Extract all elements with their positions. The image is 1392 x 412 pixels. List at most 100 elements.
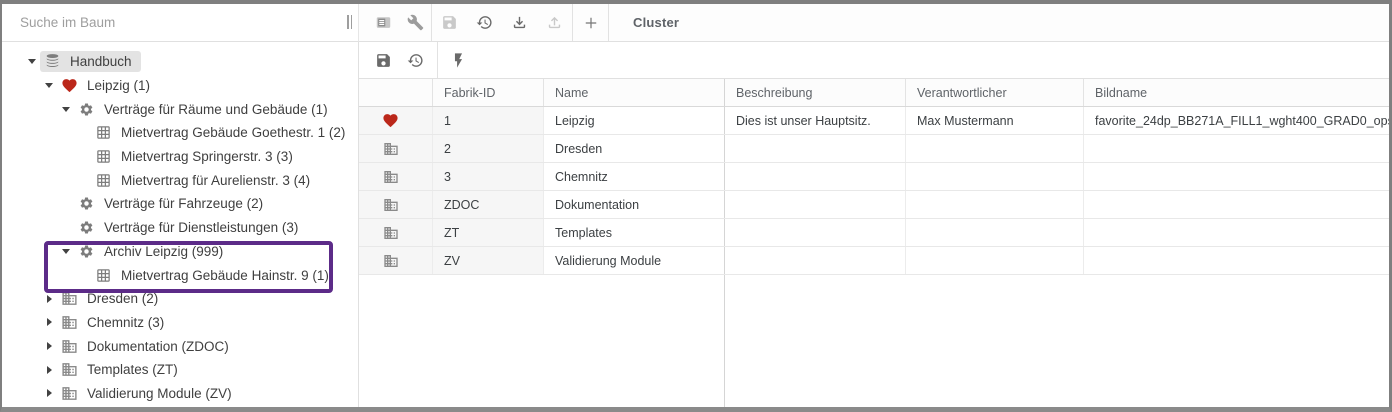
- database-icon: [44, 53, 61, 70]
- tree-node-content[interactable]: Verträge für Fahrzeuge (2): [74, 193, 272, 214]
- cell-bildname: [1084, 247, 1389, 274]
- expander-expanded-icon[interactable]: [24, 59, 40, 64]
- tree-node-content[interactable]: Mietvertrag Springerstr. 3 (3): [91, 146, 302, 167]
- cell-beschreibung: [725, 247, 906, 274]
- tab-cluster[interactable]: Cluster: [609, 4, 703, 41]
- building-icon: [61, 338, 78, 355]
- detail-panel-icon[interactable]: [367, 4, 399, 41]
- expander-expanded-icon[interactable]: [58, 107, 74, 112]
- tree-item[interactable]: Verträge für Räume und Gebäude (1): [2, 97, 358, 121]
- cell-bildname: [1084, 135, 1389, 162]
- tree-item[interactable]: Mietvertrag Springerstr. 3 (3): [2, 145, 358, 169]
- gear-icon: [78, 101, 95, 118]
- search-input[interactable]: [20, 15, 320, 30]
- expander-collapsed-icon[interactable]: [41, 342, 57, 350]
- cell-beschreibung: [725, 135, 906, 162]
- table-row[interactable]: ZDOCDokumentation: [359, 191, 1389, 219]
- tree-node-content[interactable]: Leipzig (1): [57, 75, 159, 96]
- tree-node-content[interactable]: Mietvertrag für Aurelienstr. 3 (4): [91, 170, 319, 191]
- tree-item[interactable]: Chemnitz (3): [2, 311, 358, 335]
- download-icon[interactable]: [502, 4, 537, 41]
- column-header-name[interactable]: Name: [544, 79, 725, 106]
- table-row[interactable]: 1LeipzigDies ist unser Hauptsitz.Max Mus…: [359, 107, 1389, 135]
- heart-icon: [61, 77, 78, 94]
- column-header-fabrik-id[interactable]: Fabrik-ID: [433, 79, 544, 106]
- cell-verantwortlicher: [906, 219, 1084, 246]
- column-header-bildname[interactable]: Bildname: [1084, 79, 1389, 106]
- cell-beschreibung: [725, 219, 906, 246]
- tree-item-label: Handbuch: [70, 54, 132, 69]
- restore-icon[interactable]: [467, 4, 502, 41]
- tree-item-label: Validierung Module (ZV): [87, 386, 232, 401]
- expander-collapsed-icon[interactable]: [41, 389, 57, 397]
- column-header-beschreibung[interactable]: Beschreibung: [725, 79, 906, 106]
- tree-node-content[interactable]: Chemnitz (3): [57, 312, 173, 333]
- expander-collapsed-icon[interactable]: [41, 366, 57, 374]
- expander-collapsed-icon[interactable]: [41, 295, 57, 303]
- tree-node-content[interactable]: Templates (ZT): [57, 359, 187, 380]
- cell-bildname: favorite_24dp_BB271A_FILL1_wght400_GRAD0…: [1084, 107, 1389, 134]
- table-row[interactable]: 2Dresden: [359, 135, 1389, 163]
- save-icon[interactable]: [432, 4, 467, 41]
- tree-item[interactable]: Dresden (2): [2, 287, 358, 311]
- restore-icon[interactable]: [399, 42, 431, 78]
- building-icon: [359, 191, 433, 218]
- expander-collapsed-icon[interactable]: [41, 318, 57, 326]
- tree-node-content[interactable]: Dokumentation (ZDOC): [57, 336, 238, 357]
- building-icon: [359, 219, 433, 246]
- tree: Handbuch Leipzig (1) Verträge für Räume un…: [2, 50, 358, 405]
- tree-node-content[interactable]: Archiv Leipzig (999): [74, 241, 232, 262]
- cell-bildname: [1084, 191, 1389, 218]
- cell-bildname: [1084, 219, 1389, 246]
- tree-item[interactable]: Archiv Leipzig (999): [2, 240, 358, 264]
- tree-search-box: [2, 4, 359, 42]
- column-header-verantwortlicher[interactable]: Verantwortlicher: [906, 79, 1084, 106]
- upload-icon[interactable]: [537, 4, 572, 41]
- tree-item-label: Mietvertrag Gebäude Hainstr. 9 (1): [121, 268, 329, 283]
- tree-node-content[interactable]: Verträge für Räume und Gebäude (1): [74, 99, 337, 120]
- tree-node-content[interactable]: Verträge für Dienstleistungen (3): [74, 217, 307, 238]
- save-icon[interactable]: [367, 42, 399, 78]
- tree-item-label: Mietvertrag Gebäude Goethestr. 1 (2): [121, 125, 345, 140]
- tree-item[interactable]: Mietvertrag Gebäude Hainstr. 9 (1): [2, 263, 358, 287]
- cell-verantwortlicher: [906, 135, 1084, 162]
- tree-node-content[interactable]: Validierung Module (ZV): [57, 383, 241, 404]
- tree-item[interactable]: Mietvertrag für Aurelienstr. 3 (4): [2, 168, 358, 192]
- wrench-icon[interactable]: [399, 4, 431, 41]
- cell-name: Dokumentation: [544, 191, 725, 218]
- table-row[interactable]: 3Chemnitz: [359, 163, 1389, 191]
- table-row[interactable]: ZTTemplates: [359, 219, 1389, 247]
- building-icon: [61, 290, 78, 307]
- table-row[interactable]: ZVValidierung Module: [359, 247, 1389, 275]
- tree-item[interactable]: Verträge für Fahrzeuge (2): [2, 192, 358, 216]
- tree-item[interactable]: Verträge für Dienstleistungen (3): [2, 216, 358, 240]
- tree-item[interactable]: Templates (ZT): [2, 358, 358, 382]
- cell-verantwortlicher: Max Mustermann: [906, 107, 1084, 134]
- expander-expanded-icon[interactable]: [41, 83, 57, 88]
- building-icon: [61, 361, 78, 378]
- tree-node-content[interactable]: Dresden (2): [57, 288, 167, 309]
- table-icon: [95, 148, 112, 165]
- splitter-grip[interactable]: [347, 15, 352, 29]
- cell-fabrik_id: ZV: [433, 247, 544, 274]
- add-icon[interactable]: [573, 4, 608, 41]
- tree-node-content[interactable]: Handbuch: [40, 51, 141, 72]
- tree-node-content[interactable]: Mietvertrag Gebäude Hainstr. 9 (1): [91, 265, 338, 286]
- tree-item[interactable]: Validierung Module (ZV): [2, 382, 358, 406]
- expander-expanded-icon[interactable]: [58, 249, 74, 254]
- main-toolbar: Cluster: [359, 4, 1389, 42]
- cell-bildname: [1084, 163, 1389, 190]
- tree-item[interactable]: Handbuch: [2, 50, 358, 74]
- column-header-icon[interactable]: [359, 79, 433, 106]
- tree-item-label: Verträge für Dienstleistungen (3): [104, 220, 298, 235]
- tree-item[interactable]: Mietvertrag Gebäude Goethestr. 1 (2): [2, 121, 358, 145]
- tree-item[interactable]: Leipzig (1): [2, 74, 358, 98]
- tree-item[interactable]: Dokumentation (ZDOC): [2, 334, 358, 358]
- tree-node-content[interactable]: Mietvertrag Gebäude Goethestr. 1 (2): [91, 122, 354, 143]
- building-icon: [359, 135, 433, 162]
- cell-name: Templates: [544, 219, 725, 246]
- tree-item-label: Chemnitz (3): [87, 315, 164, 330]
- app-window: Cluster Handbuch Leipzig (1) Verträge für …: [0, 0, 1392, 412]
- cell-fabrik_id: 3: [433, 163, 544, 190]
- flash-icon[interactable]: [442, 42, 474, 78]
